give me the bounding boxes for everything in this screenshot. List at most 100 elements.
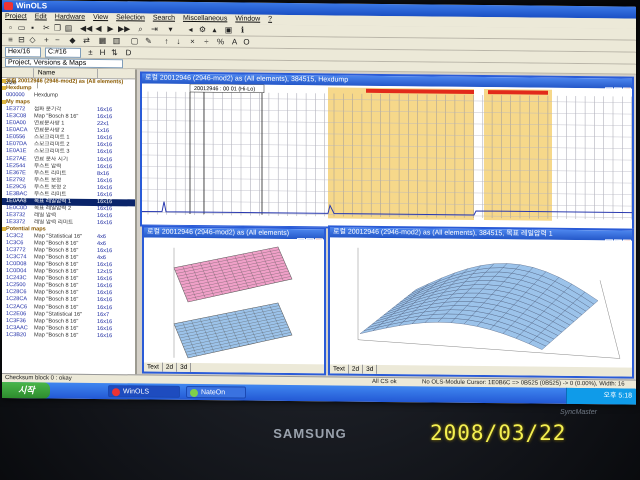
open-folder-icon[interactable]: ▭ xyxy=(17,23,26,32)
column-name[interactable]: Name xyxy=(35,68,98,80)
decimal-icon[interactable]: D xyxy=(124,48,133,57)
task-winols-label: WinOLS xyxy=(123,388,150,396)
tree-item-name xyxy=(34,85,96,86)
tree-item-name: Map "Bosch 8 16" xyxy=(34,332,79,339)
tree-item-size: 16x16 xyxy=(97,332,113,339)
divide-icon[interactable]: ÷ xyxy=(202,37,211,46)
select-icon[interactable]: ▢ xyxy=(130,36,139,45)
compare-icon[interactable]: ⇄ xyxy=(82,36,91,45)
marker-bar-2 xyxy=(488,90,548,95)
absolute-icon[interactable]: A xyxy=(230,37,239,46)
up-arrow-icon[interactable]: ↑ xyxy=(162,37,171,46)
tab-2d[interactable]: 2d xyxy=(162,362,178,372)
tab-text[interactable]: Text xyxy=(144,362,163,372)
chip-icon[interactable]: ▣ xyxy=(224,25,233,34)
percent-icon[interactable]: % xyxy=(216,37,225,46)
grid-icon[interactable]: ▥ xyxy=(112,36,121,45)
map-left-tabs: Text 2d 3d xyxy=(144,362,324,374)
winols-task-icon xyxy=(112,388,120,397)
menu-window[interactable]: Window xyxy=(232,14,263,24)
find-icon[interactable]: ⌕ xyxy=(136,24,145,33)
map-3d-plot-left[interactable] xyxy=(144,237,324,368)
system-tray: 오후 5:18 xyxy=(566,387,636,405)
menu-edit[interactable]: Edit xyxy=(32,12,50,22)
width-combo[interactable]: C:#16 xyxy=(45,47,81,58)
paste-icon[interactable]: ▤ xyxy=(64,24,73,33)
map-3d-plot-right[interactable] xyxy=(330,237,632,371)
project-tree-panel: Name Size 로컬 20012946 (2946-mod2) as (Al… xyxy=(2,68,137,375)
arrow-left-icon[interactable]: ◂ xyxy=(186,25,195,34)
map-3d-right-buttons: _□× xyxy=(604,231,631,248)
hexdump-window-buttons: _□× xyxy=(604,79,631,96)
copy-icon[interactable]: ❐ xyxy=(53,24,62,33)
status-cs-ok: All CS ok xyxy=(372,378,397,386)
byte-order-icon[interactable]: ⇅ xyxy=(110,48,119,57)
hexdump-window[interactable]: 로컬 20012946 (2946-mod2) as (All elements… xyxy=(140,71,634,232)
project-view-combo[interactable]: Project, Versions & Maps xyxy=(5,58,123,69)
photo-frame: WinOLS Project Edit Hardware View Select… xyxy=(0,0,640,480)
tab-2d[interactable]: 2d xyxy=(348,364,364,374)
project-tree-rows: 로컬 20012946 (2946-mod2) as (All elements… xyxy=(2,78,135,340)
mark-icon[interactable]: ◆ xyxy=(68,36,77,45)
edit-icon[interactable]: ✎ xyxy=(144,36,153,45)
hex-icon[interactable]: H xyxy=(98,48,107,57)
display-format-combo[interactable]: Hex/16 xyxy=(5,47,41,58)
view-2d-icon[interactable]: ⊟ xyxy=(17,35,26,44)
monitor-model: SyncMaster xyxy=(560,409,597,416)
view-text-icon[interactable]: ≡ xyxy=(6,35,15,44)
menu-project[interactable]: Project xyxy=(2,12,30,22)
menu-search[interactable]: Search xyxy=(150,14,178,24)
map-3d-window-left[interactable]: 로컬 20012946 (2946-mod2) as (All elements… xyxy=(142,225,326,376)
sign-icon[interactable]: ± xyxy=(86,48,95,57)
info-icon[interactable]: ℹ xyxy=(238,25,247,35)
menu-help[interactable]: ? xyxy=(265,15,275,25)
monitor-screen: WinOLS Project Edit Hardware View Select… xyxy=(2,0,636,405)
original-icon[interactable]: O xyxy=(242,38,251,47)
tab-3d[interactable]: 3d xyxy=(363,364,378,374)
menu-miscellaneous[interactable]: Miscellaneous xyxy=(180,14,230,25)
nateon-task-icon xyxy=(190,388,198,398)
hexdump-graph[interactable]: 20012946 : 00 01 (Hi-Lo) xyxy=(142,83,632,230)
zoom-out-icon[interactable]: − xyxy=(53,36,62,45)
hexdump-cursor-label: 20012946 : 00 01 (Hi-Lo) xyxy=(194,86,255,93)
goto-icon[interactable]: ⇥ xyxy=(150,25,159,34)
highlight-region-2 xyxy=(484,89,552,221)
filter-icon[interactable]: ▾ xyxy=(166,25,175,34)
winols-app-icon xyxy=(4,2,13,11)
column-address[interactable] xyxy=(2,68,34,79)
view-3d-icon[interactable]: ◇ xyxy=(28,35,37,44)
task-nateon-label: NateOn xyxy=(201,389,226,397)
menu-view[interactable]: View xyxy=(90,13,111,23)
save-icon[interactable]: ▪ xyxy=(28,23,37,32)
zoom-in-icon[interactable]: + xyxy=(42,35,51,44)
monitor-brand: SAMSUNG xyxy=(273,426,347,441)
app-title: WinOLS xyxy=(16,1,48,11)
back-icon[interactable]: ◀ xyxy=(94,24,103,33)
task-nateon[interactable]: NateOn xyxy=(186,385,246,399)
map-right-tabs: Text 2d 3d xyxy=(330,364,632,377)
start-button[interactable]: 시작 xyxy=(2,382,50,399)
tray-clock[interactable]: 오후 5:18 xyxy=(604,392,632,399)
new-project-icon[interactable]: ▫ xyxy=(6,23,15,32)
up-icon[interactable]: ▴ xyxy=(210,25,219,34)
tab-text[interactable]: Text xyxy=(330,364,349,374)
down-arrow-icon[interactable]: ↓ xyxy=(174,37,183,46)
map-3d-window-right[interactable]: 로컬 20012946 (2946-mod2) as (All elements… xyxy=(328,225,634,379)
rewind-icon[interactable]: ◀◀ xyxy=(80,24,92,33)
tree-item-name xyxy=(34,99,96,100)
forward-icon[interactable]: ▶ xyxy=(106,24,115,33)
tree-item-address: 1C3B20 xyxy=(6,331,27,338)
tree-item[interactable]: 1C3B20 Map "Bosch 8 16" 16x16 xyxy=(2,332,135,340)
tab-3d[interactable]: 3d xyxy=(177,362,192,372)
map-icon[interactable]: ▦ xyxy=(98,36,107,45)
cut-icon[interactable]: ✂ xyxy=(42,23,51,32)
task-winols[interactable]: WinOLS xyxy=(108,385,180,398)
settings-icon[interactable]: ⚙ xyxy=(198,25,207,34)
menu-hardware[interactable]: Hardware xyxy=(52,13,88,23)
multiply-icon[interactable]: × xyxy=(188,37,197,46)
map-3d-left-buttons: _□× xyxy=(296,230,323,247)
highlight-region-1 xyxy=(328,87,474,220)
photo-date-stamp: 2008/03/22 xyxy=(430,421,567,445)
menu-selection[interactable]: Selection xyxy=(113,13,148,23)
fast-forward-icon[interactable]: ▶▶ xyxy=(118,24,130,33)
